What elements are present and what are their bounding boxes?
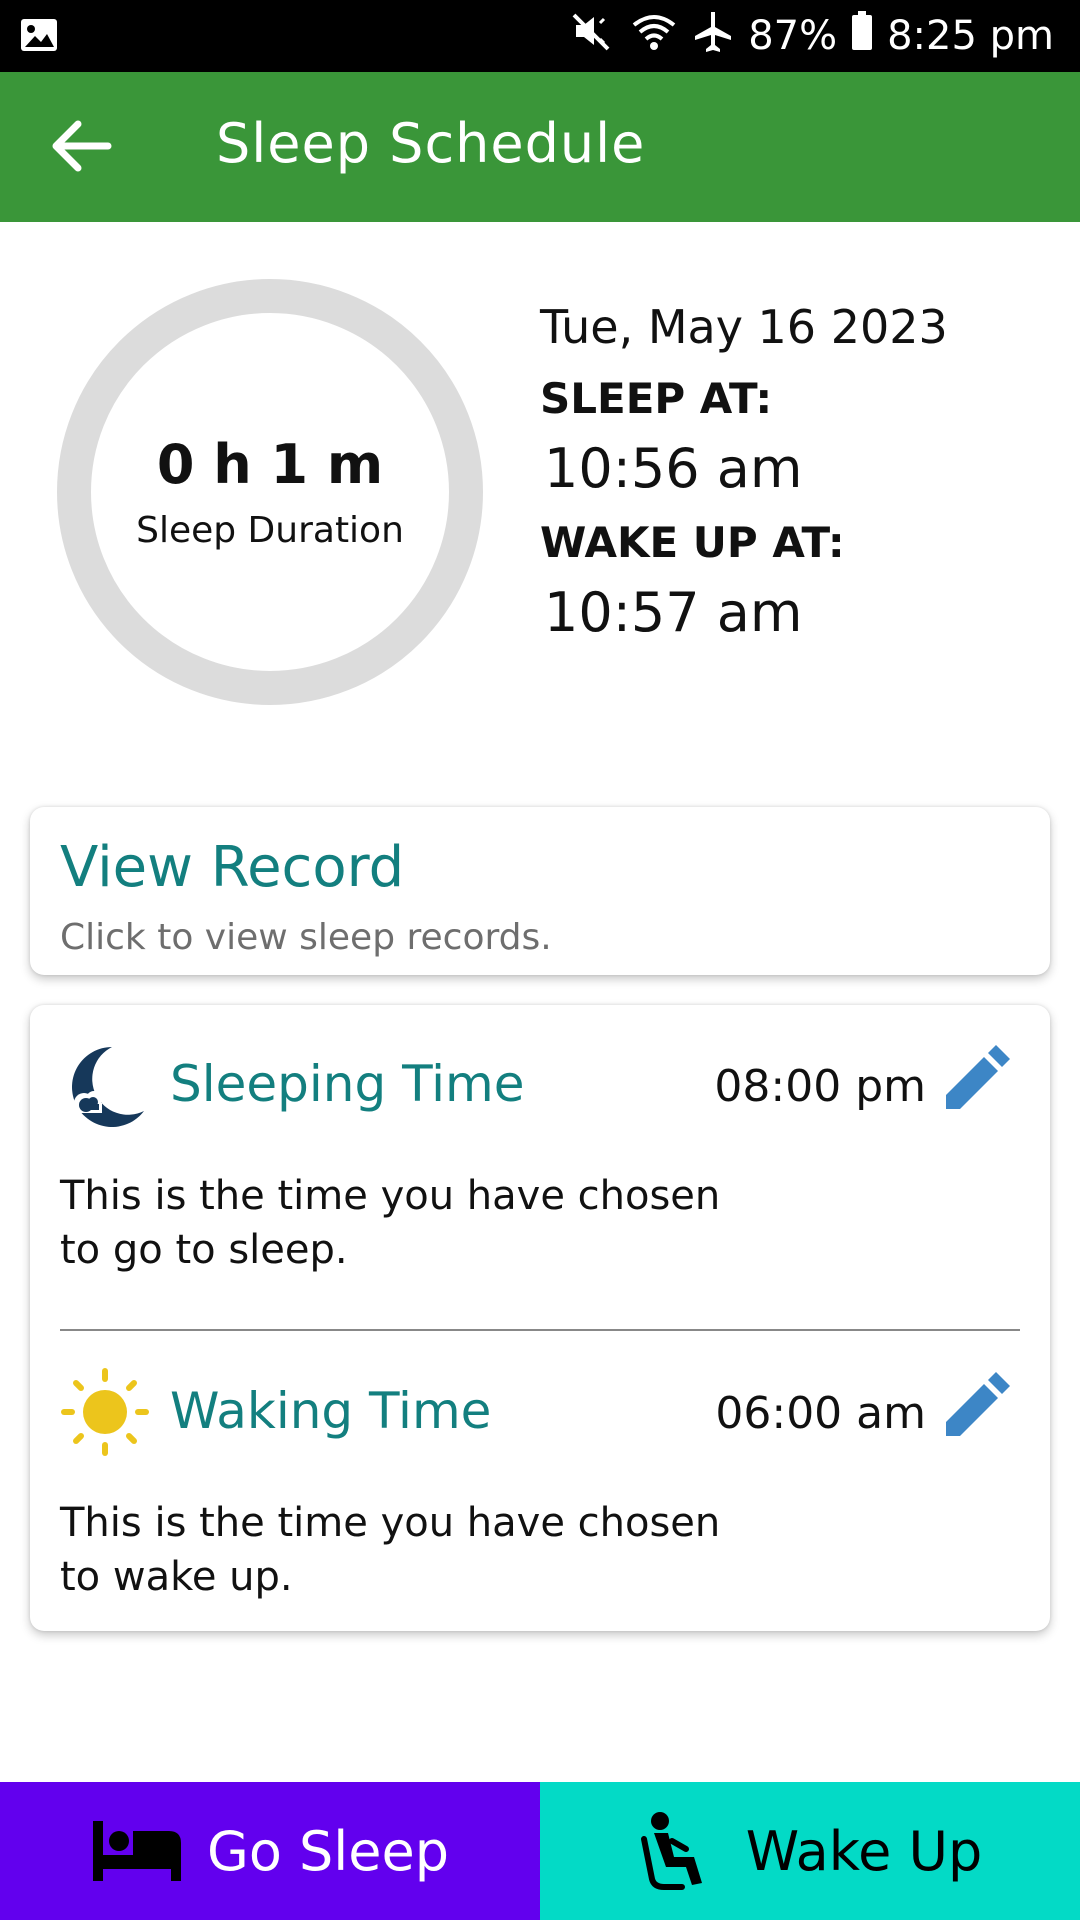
edit-waking-time-button[interactable] bbox=[938, 1370, 1012, 1444]
back-button[interactable] bbox=[48, 116, 118, 176]
sleep-at-label: SLEEP AT: bbox=[540, 374, 773, 423]
view-record-card[interactable]: View Record Click to view sleep records. bbox=[30, 807, 1050, 975]
pencil-icon bbox=[946, 1372, 1010, 1436]
waking-time-value: 06:00 am bbox=[715, 1388, 926, 1439]
edit-sleeping-time-button[interactable] bbox=[938, 1043, 1012, 1117]
pencil-icon bbox=[946, 1045, 1010, 1109]
app-bar: Sleep Schedule bbox=[0, 72, 1080, 222]
date-text: Tue, May 16 2023 bbox=[540, 300, 948, 354]
waking-time-description: This is the time you have chosen to wake… bbox=[60, 1500, 721, 1600]
sun-icon bbox=[60, 1367, 150, 1457]
battery-percentage: 87% bbox=[748, 13, 838, 59]
wake-up-label: Wake Up bbox=[745, 1819, 983, 1883]
waking-time-title: Waking Time bbox=[170, 1382, 492, 1440]
sleep-duration: 0 h 1 m Sleep Duration bbox=[56, 278, 484, 706]
mute-icon bbox=[572, 11, 616, 61]
wake-up-button[interactable]: Wake Up bbox=[540, 1782, 1080, 1920]
sleeping-time-description: This is the time you have chosen to go t… bbox=[60, 1173, 721, 1273]
sleep-duration-label: Sleep Duration bbox=[136, 510, 404, 551]
schedule-card: Sleeping Time 08:00 pm This is the time … bbox=[30, 1005, 1050, 1631]
arrow-left-icon bbox=[52, 120, 112, 172]
go-sleep-button[interactable]: Go Sleep bbox=[0, 1782, 540, 1920]
go-sleep-label: Go Sleep bbox=[206, 1819, 450, 1883]
view-record-title: View Record bbox=[60, 835, 405, 900]
seated-person-icon bbox=[640, 1812, 702, 1890]
divider bbox=[60, 1329, 1020, 1331]
airplane-icon bbox=[692, 10, 734, 62]
status-time: 8:25 pm bbox=[887, 13, 1054, 59]
sleep-info: Tue, May 16 2023 SLEEP AT: 10:56 am WAKE… bbox=[540, 300, 948, 662]
page-title: Sleep Schedule bbox=[216, 112, 646, 175]
sleeping-time-title: Sleeping Time bbox=[170, 1055, 525, 1113]
moon-icon bbox=[60, 1041, 150, 1131]
image-notification-icon bbox=[20, 16, 58, 58]
wake-up-at-value: 10:57 am bbox=[544, 581, 803, 644]
status-bar: 87% 8:25 pm bbox=[0, 0, 1080, 72]
sleep-duration-value: 0 h 1 m bbox=[156, 433, 384, 496]
sleeping-time-value: 08:00 pm bbox=[714, 1061, 926, 1112]
sleep-at-value: 10:56 am bbox=[544, 437, 803, 500]
wake-up-at-label: WAKE UP AT: bbox=[540, 518, 845, 567]
battery-icon bbox=[851, 11, 873, 61]
bed-icon bbox=[92, 1821, 181, 1881]
wifi-icon bbox=[630, 11, 678, 61]
view-record-subtitle: Click to view sleep records. bbox=[60, 917, 552, 958]
